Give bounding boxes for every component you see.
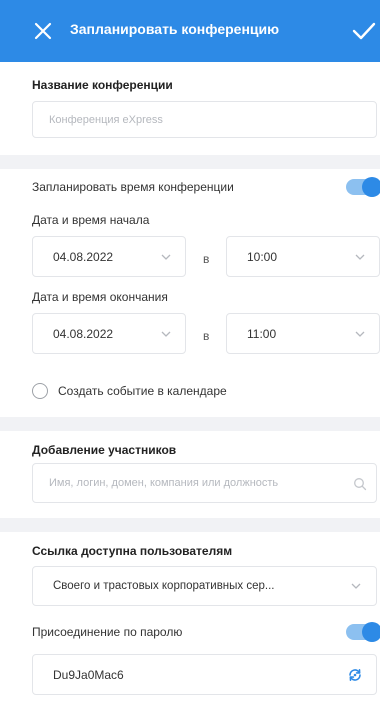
password-toggle-label: Присоединение по паролю (32, 625, 183, 639)
schedule-toggle[interactable] (346, 177, 380, 197)
start-datetime-label: Дата и время начала (32, 213, 150, 227)
close-icon[interactable] (32, 20, 54, 42)
section-divider (0, 417, 380, 431)
participants-placeholder: Имя, логин, домен, компания или должност… (49, 477, 279, 489)
access-selected-value: Своего и трастовых корпоративных сер... (53, 580, 275, 592)
schedule-toggle-label: Запланировать время конференции (32, 180, 234, 194)
calendar-event-label[interactable]: Создать событие в календаре (58, 384, 227, 398)
end-date-select[interactable]: 04.08.2022 (32, 313, 186, 354)
end-date-value: 04.08.2022 (53, 326, 114, 341)
end-datetime-label: Дата и время окончания (32, 290, 168, 304)
access-label: Ссылка доступна пользователям (32, 544, 233, 558)
password-toggle[interactable] (346, 622, 380, 642)
section-divider (0, 518, 380, 532)
chevron-down-icon (351, 583, 361, 589)
conference-name-label: Название конференции (32, 78, 173, 92)
end-time-value: 11:00 (247, 326, 277, 341)
calendar-event-radio[interactable] (32, 383, 48, 399)
start-date-select[interactable]: 04.08.2022 (32, 236, 186, 277)
chevron-down-icon (355, 331, 365, 337)
access-select[interactable]: Своего и трастовых корпоративных сер... (32, 566, 377, 606)
chevron-down-icon (161, 254, 171, 260)
participants-search-input[interactable]: Имя, логин, домен, компания или должност… (32, 463, 377, 503)
confirm-check-icon[interactable] (352, 21, 376, 41)
end-time-select[interactable]: 11:00 (226, 313, 380, 354)
conference-name-input[interactable]: Конференция eXpress (32, 101, 377, 138)
date-time-connector: в (203, 329, 210, 343)
search-icon[interactable] (353, 477, 367, 491)
start-date-value: 04.08.2022 (53, 249, 114, 264)
password-field[interactable]: Du9Ja0Mac6 (32, 654, 377, 695)
toggle-knob (362, 622, 380, 642)
start-time-select[interactable]: 10:00 (226, 236, 380, 277)
toggle-knob (362, 177, 380, 197)
conference-name-placeholder: Конференция eXpress (49, 113, 163, 126)
password-value: Du9Ja0Mac6 (53, 667, 124, 682)
participants-label: Добавление участников (32, 443, 177, 457)
page-title: Запланировать конференцию (70, 21, 280, 37)
start-time-value: 10:00 (247, 249, 278, 264)
chevron-down-icon (161, 331, 171, 337)
section-divider (0, 155, 380, 169)
chevron-down-icon (355, 254, 365, 260)
refresh-password-icon[interactable] (347, 667, 363, 683)
app-header: Запланировать конференцию (0, 0, 380, 62)
date-time-connector: в (203, 252, 210, 266)
